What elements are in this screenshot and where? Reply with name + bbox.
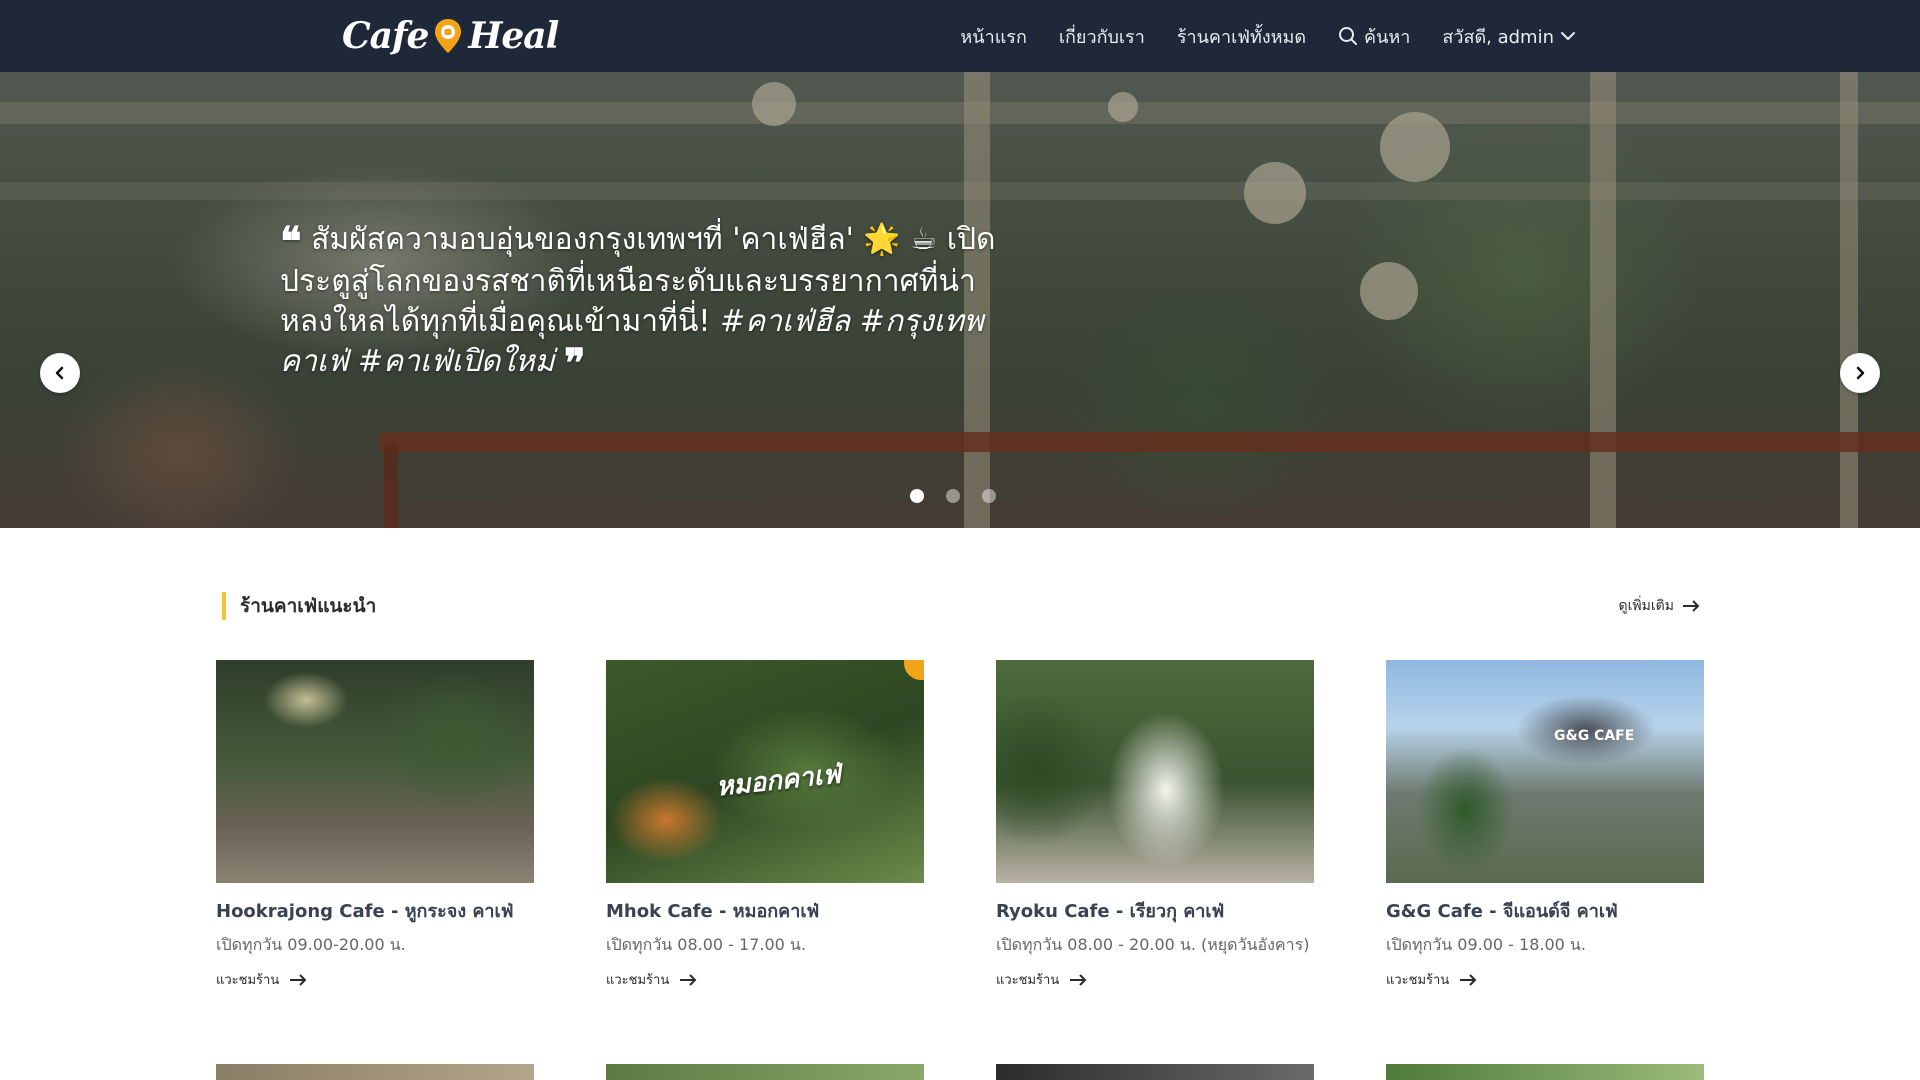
section-title: ร้านคาเฟ่แนะนำ [222, 592, 376, 620]
cafe-card-image-partial[interactable] [216, 1064, 534, 1080]
recommended-header: ร้านคาเฟ่แนะนำ ดูเพิ่มเติม [222, 590, 1700, 622]
arrow-right-icon [1070, 973, 1087, 986]
nav-about[interactable]: เกี่ยวกับเรา [1059, 22, 1145, 51]
cafe-card-visit-label: แวะชมร้าน [996, 973, 1060, 988]
carousel-prev-button[interactable] [40, 353, 80, 393]
carousel-indicators [910, 489, 996, 503]
hero-carousel: ❝ สัมผัสความอบอุ่นของกรุงเทพฯที่ 'คาเฟ่ฮ… [0, 72, 1920, 528]
search-icon [1339, 27, 1358, 45]
nav-search[interactable]: ค้นหา [1338, 22, 1410, 51]
cafe-card: Hookrajong Cafe - หูกระจง คาเฟ่ เปิดทุกว… [216, 660, 534, 990]
nav-all-cafes[interactable]: ร้านคาเฟ่ทั้งหมด [1177, 22, 1306, 51]
hero-quote: ❝ สัมผัสความอบอุ่นของกรุงเทพฯที่ 'คาเฟ่ฮ… [280, 220, 1000, 384]
cafe-card: Ryoku Cafe - เรียวกุ คาเฟ่ เปิดทุกวัน 08… [996, 660, 1314, 990]
cafe-card-hours: เปิดทุกวัน 09.00-20.00 น. [216, 935, 406, 954]
see-more-label: ดูเพิ่มเติม [1618, 598, 1674, 614]
nav-home[interactable]: หน้าแรก [960, 22, 1026, 51]
close-quote-icon: ❞ [564, 340, 586, 387]
nav-search-label: ค้นหา [1364, 26, 1411, 48]
chevron-down-icon [1561, 32, 1575, 40]
nav-home-label: หน้าแรก [960, 26, 1027, 48]
user-menu-dropdown[interactable]: สวัสดี, admin [1442, 22, 1576, 51]
cafe-card-image[interactable] [996, 660, 1314, 883]
cafe-card-grid: Hookrajong Cafe - หูกระจง คาเฟ่ เปิดทุกว… [216, 660, 1704, 990]
arrow-right-icon [1683, 600, 1700, 612]
cafe-card: หมอกคาเฟ่ Mhok Cafe - หมอกคาเฟ่ เปิดทุกว… [606, 660, 924, 990]
brand-text-right: Heal [468, 15, 559, 57]
top-navbar: Cafe Heal หน้าแรก เกี่ยวกับเรา ร้านคาเฟ่… [0, 0, 1920, 72]
nav-about-label: เกี่ยวกับเรา [1058, 26, 1145, 48]
cafe-card-image-partial[interactable] [1386, 1064, 1704, 1080]
nav-all-cafes-label: ร้านคาเฟ่ทั้งหมด [1176, 26, 1307, 48]
cafe-card-hours: เปิดทุกวัน 08.00 - 20.00 น. (หยุดวันอังค… [996, 935, 1310, 954]
cafe-card-title[interactable]: Hookrajong Cafe - หูกระจง คาเฟ่ [216, 899, 534, 925]
map-pin-icon [435, 19, 462, 53]
carousel-dot-3[interactable] [982, 489, 996, 503]
see-more-link[interactable]: ดูเพิ่มเติม [1619, 595, 1700, 617]
arrow-right-icon [680, 973, 697, 986]
arrow-right-icon [290, 973, 307, 986]
cafe-card-image[interactable] [216, 660, 534, 883]
brand-text-left: Cafe [342, 15, 429, 57]
cafe-card-visit-label: แวะชมร้าน [1386, 973, 1450, 988]
image-sign: G&G CAFE [1554, 728, 1635, 744]
brand-logo[interactable]: Cafe Heal [342, 14, 559, 58]
image-caption: หมอกคาเฟ่ [714, 759, 843, 803]
cafe-card-visit-link[interactable]: แวะชมร้าน [996, 969, 1314, 990]
chevron-left-icon [55, 366, 64, 380]
cafe-card-title[interactable]: G&G Cafe - จีแอนด์จี คาเฟ่ [1386, 899, 1704, 925]
cafe-card-grid-row-2 [216, 1064, 1704, 1080]
cafe-card-image[interactable]: หมอกคาเฟ่ [606, 660, 924, 883]
cafe-card-visit-link[interactable]: แวะชมร้าน [606, 969, 924, 990]
image-badge [904, 660, 924, 680]
cafe-card-image-partial[interactable] [606, 1064, 924, 1080]
cafe-card-visit-label: แวะชมร้าน [606, 973, 670, 988]
user-greeting: สวัสดี, admin [1442, 26, 1554, 48]
cafe-card-image[interactable]: G&G CAFE [1386, 660, 1704, 883]
chevron-right-icon [1856, 366, 1865, 380]
cafe-card: G&G CAFE G&G Cafe - จีแอนด์จี คาเฟ่ เปิด… [1386, 660, 1704, 990]
main-nav: หน้าแรก เกี่ยวกับเรา ร้านคาเฟ่ทั้งหมด ค้… [960, 0, 1576, 72]
cafe-card-image-partial[interactable] [996, 1064, 1314, 1080]
cafe-card-visit-link[interactable]: แวะชมร้าน [1386, 969, 1704, 990]
arrow-right-icon [1460, 973, 1477, 986]
carousel-dot-1[interactable] [910, 489, 924, 503]
cafe-card-visit-label: แวะชมร้าน [216, 973, 280, 988]
open-quote-icon: ❝ [280, 218, 302, 265]
cafe-card-hours: เปิดทุกวัน 09.00 - 18.00 น. [1386, 935, 1586, 954]
cafe-card-visit-link[interactable]: แวะชมร้าน [216, 969, 534, 990]
carousel-dot-2[interactable] [946, 489, 960, 503]
carousel-next-button[interactable] [1840, 353, 1880, 393]
cafe-card-title[interactable]: Mhok Cafe - หมอกคาเฟ่ [606, 899, 924, 925]
cafe-card-title[interactable]: Ryoku Cafe - เรียวกุ คาเฟ่ [996, 899, 1314, 925]
cafe-card-hours: เปิดทุกวัน 08.00 - 17.00 น. [606, 935, 806, 954]
